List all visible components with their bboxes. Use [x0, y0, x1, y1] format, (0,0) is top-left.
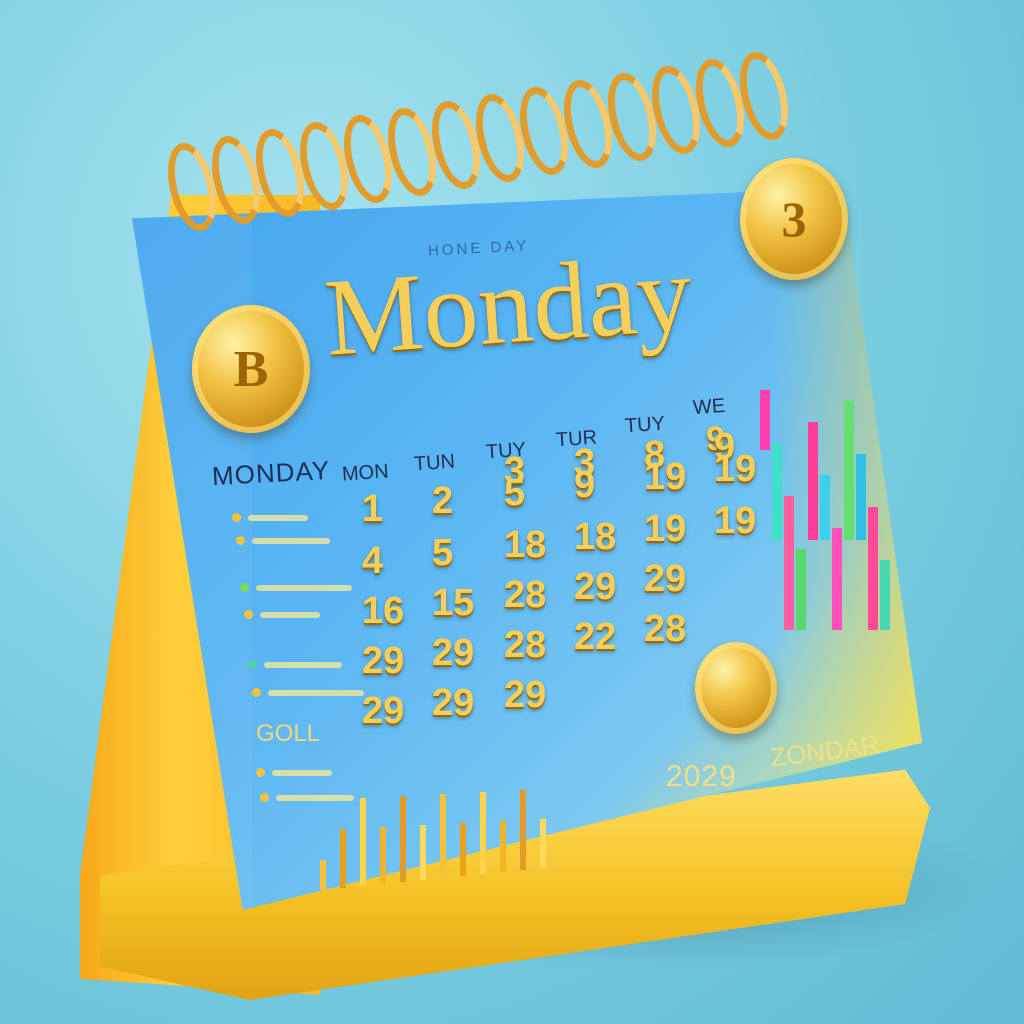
date-cell[interactable]: 4 — [362, 540, 383, 583]
coin-three-icon: 3 — [740, 158, 848, 280]
date-cell[interactable]: 5 — [504, 472, 525, 515]
weekday-label: WE — [692, 394, 726, 420]
candlestick-bar — [868, 507, 878, 630]
candlestick-bar — [844, 401, 854, 540]
candlestick-bar — [832, 528, 842, 630]
date-cell[interactable]: 29 — [504, 674, 546, 717]
date-cell[interactable]: 9 — [574, 464, 595, 507]
date-cell[interactable]: 29 — [362, 690, 404, 733]
date-cell[interactable]: 2 — [432, 480, 453, 523]
date-cell[interactable]: 28 — [504, 574, 546, 617]
side-subheading: GOLL — [256, 720, 321, 747]
date-cell[interactable]: 18 — [504, 524, 546, 567]
bottom-bar — [340, 829, 346, 888]
date-cell[interactable]: 22 — [574, 616, 616, 659]
desk-calendar-scene: HONE DAY Monday B 3 MON TUN TUY TUR TUY WE 9 … — [0, 0, 1024, 1024]
candlestick-bar — [808, 422, 818, 540]
candlestick-bar — [784, 496, 794, 630]
candlestick-bar — [796, 549, 806, 630]
side-bullet-icon — [240, 583, 249, 592]
date-cell[interactable]: 19 — [644, 508, 686, 551]
date-cell[interactable]: 15 — [432, 582, 474, 625]
bottom-bar — [480, 792, 486, 874]
side-text-line — [268, 690, 364, 696]
bottom-bar — [400, 796, 406, 882]
bottom-bar — [460, 823, 466, 876]
side-text-line — [276, 795, 354, 801]
date-cell[interactable]: 19 — [714, 448, 756, 491]
bottom-bar — [420, 825, 426, 880]
date-cell[interactable]: 5 — [432, 532, 453, 575]
bottom-bar — [440, 794, 446, 878]
date-cell[interactable]: 29 — [432, 632, 474, 675]
date-cell[interactable]: 16 — [362, 590, 404, 633]
side-bullet-icon — [260, 793, 269, 802]
coin-left-letter: B — [233, 340, 269, 398]
side-bullet-icon — [248, 660, 257, 669]
date-cell[interactable]: 28 — [644, 608, 686, 651]
date-cell[interactable]: 29 — [432, 682, 474, 725]
weekday-label: MON — [341, 460, 390, 486]
candlestick-bar — [880, 560, 890, 630]
bottom-bar — [520, 790, 526, 870]
candlestick-bar — [772, 443, 782, 540]
side-text-line — [248, 515, 308, 521]
footer-year: 2029 — [666, 760, 737, 793]
side-bullet-icon — [252, 688, 261, 697]
date-cell[interactable]: 29 — [362, 640, 404, 683]
bottom-bar — [360, 798, 366, 886]
side-text-line — [272, 770, 332, 776]
side-text-line — [256, 585, 352, 591]
bottom-bar — [500, 821, 506, 872]
date-cell[interactable]: 18 — [574, 516, 616, 559]
side-bullet-icon — [232, 513, 241, 522]
date-cell[interactable]: 19 — [714, 500, 756, 543]
side-bullet-icon — [236, 536, 245, 545]
bottom-bar — [320, 860, 326, 890]
side-text-line — [252, 538, 330, 544]
date-cell[interactable]: 29 — [644, 558, 686, 601]
bottom-bar — [540, 819, 546, 868]
candlestick-bar — [856, 454, 866, 540]
date-cell[interactable]: 19 — [644, 456, 686, 499]
side-bullet-icon — [244, 610, 253, 619]
date-cell[interactable]: 28 — [504, 624, 546, 667]
side-text-line — [264, 662, 342, 668]
coin-right-letter: 3 — [781, 191, 807, 247]
date-cell[interactable]: 1 — [362, 488, 383, 531]
date-cell[interactable]: 29 — [574, 566, 616, 609]
small-gold-coin-icon — [695, 642, 777, 734]
side-text-line — [260, 612, 320, 618]
bottom-bar — [380, 827, 386, 884]
side-bullet-icon — [256, 768, 265, 777]
side-heading: MONDAY — [211, 454, 331, 492]
bitcoin-coin-icon: B — [192, 305, 310, 433]
main-title: Monday — [321, 231, 696, 379]
candlestick-bar — [760, 390, 770, 450]
candlestick-bar — [820, 475, 830, 540]
weekday-label: TUN — [413, 450, 456, 476]
